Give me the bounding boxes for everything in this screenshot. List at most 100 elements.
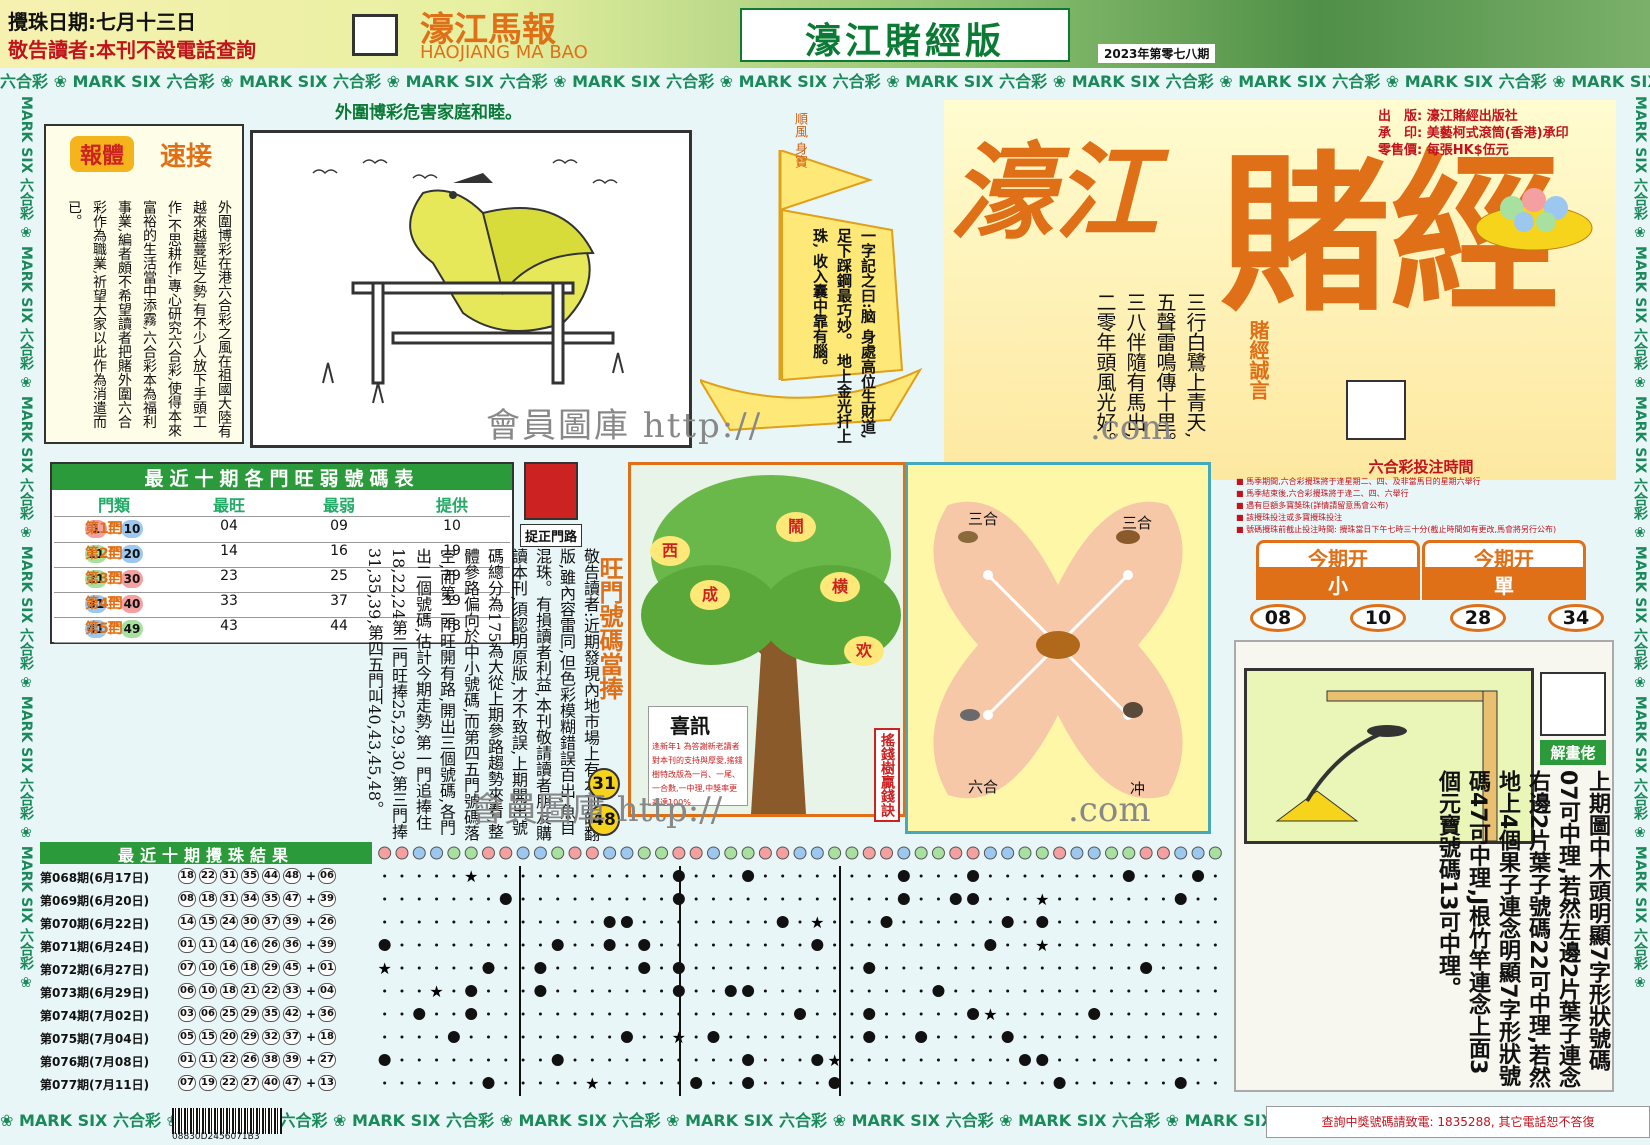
draw-special: 39 <box>318 891 336 907</box>
header-ball <box>810 846 824 860</box>
draw-number: 08 <box>178 891 196 907</box>
grid-dot <box>711 943 715 947</box>
draw-number: 40 <box>262 1075 280 1091</box>
grid-dot <box>1110 1012 1114 1016</box>
draw-number: 36 <box>283 937 301 953</box>
door-name: 第3門 <box>85 571 123 587</box>
grid-dot <box>694 1058 698 1062</box>
header-ball <box>412 846 426 860</box>
grid-dot <box>556 989 560 993</box>
grid-dot <box>590 1012 594 1016</box>
grid-dot <box>400 1058 404 1062</box>
analysis-text <box>120 660 470 850</box>
grid-dot <box>885 989 889 993</box>
grid-dot <box>781 897 785 901</box>
grid-dot <box>1058 1035 1062 1039</box>
grid-dot <box>885 1035 889 1039</box>
header-ball <box>828 846 842 860</box>
special-star: ★ <box>983 1005 997 1024</box>
grid-dot <box>971 966 975 970</box>
drawn-dot <box>897 893 910 905</box>
header-ball <box>1139 846 1153 860</box>
grid-dot <box>850 943 854 947</box>
header-ball <box>724 846 738 860</box>
grid-dot <box>1179 1012 1183 1016</box>
grid-dot <box>625 989 629 993</box>
draw-plus: + <box>306 1007 317 1021</box>
zodiac-x-diagram <box>905 462 1211 834</box>
grid-dot <box>1179 966 1183 970</box>
door-to-ball: 10 <box>121 520 143 538</box>
grid-dot <box>452 920 456 924</box>
grid-dot <box>1127 1035 1131 1039</box>
header-ball <box>1105 846 1119 860</box>
price-line: 零售價: 每張HK$伍元 <box>1378 143 1509 158</box>
barcode <box>172 1108 282 1134</box>
grid-dot <box>590 989 594 993</box>
grid-dot <box>590 897 594 901</box>
grid-dot <box>971 943 975 947</box>
grid-dot <box>625 897 629 901</box>
top-band: 六合彩 ❀ MARK SIX 六合彩 ❀ MARK SIX 六合彩 ❀ MARK… <box>0 68 1650 96</box>
grid-dot <box>486 920 490 924</box>
right-band: MARK SIX 六合彩 ❀ MARK SIX 六合彩 ❀ MARK SIX 六… <box>1614 96 1650 1106</box>
draws-ball-header <box>378 846 1222 860</box>
grid-dot <box>417 920 421 924</box>
drawn-dot <box>742 985 755 997</box>
drawn-dot <box>811 939 824 951</box>
door-cell: 第1門 1 至 10 <box>54 518 174 538</box>
publisher-line: 出 版: 濠江賭經出版社 <box>1378 109 1518 124</box>
grid-dot <box>1196 1081 1200 1085</box>
grid-dot <box>850 1012 854 1016</box>
drawn-dot <box>482 962 495 974</box>
article-tag: 報體 <box>70 136 135 172</box>
col-header: 最弱 <box>322 496 355 515</box>
header-ball <box>551 846 565 860</box>
grid-dot <box>936 1081 940 1085</box>
grid-dot <box>1092 966 1096 970</box>
result-head-2: 今期开 <box>1422 540 1586 571</box>
grid-dot <box>504 920 508 924</box>
draw-number: 21 <box>241 983 259 999</box>
grid-dot <box>694 966 698 970</box>
grid-dot <box>1196 1035 1200 1039</box>
grid-dot <box>1213 989 1217 993</box>
draw-number: 05 <box>178 1029 196 1045</box>
drawn-dot <box>465 1008 478 1020</box>
grid-dot <box>1213 1035 1217 1039</box>
betting-time-item: ■ 馬季結束後,六合彩攪珠將于逢二、四、六舉行 <box>1236 489 1409 498</box>
grid-dot <box>798 966 802 970</box>
grid-dot <box>486 943 490 947</box>
grid-dot <box>556 897 560 901</box>
grid-dot <box>1179 874 1183 878</box>
grid-dot <box>1144 1035 1148 1039</box>
hot-door-title: 旺門號碼當捧 <box>595 556 623 700</box>
grid-dot <box>833 1035 837 1039</box>
header-ball <box>430 846 444 860</box>
grid-dot <box>573 920 577 924</box>
grid-dot <box>1144 943 1148 947</box>
grid-dot <box>1110 1081 1114 1085</box>
grid-dot <box>1006 1012 1010 1016</box>
draw-number: 26 <box>241 1052 259 1068</box>
header-ball <box>620 846 634 860</box>
draw-special: 06 <box>318 868 336 884</box>
x-label-liuhe: 六合 <box>968 778 999 796</box>
grid-dot <box>608 1081 612 1085</box>
grid-dot <box>1144 920 1148 924</box>
grid-dot <box>902 920 906 924</box>
result-box: 今期开 今期开 小 單 <box>1256 540 1586 600</box>
special-star: ★ <box>1035 936 1049 955</box>
draw-number: 47 <box>283 891 301 907</box>
grid-dot <box>625 1081 629 1085</box>
grid-dot <box>521 920 525 924</box>
grid-dot <box>936 966 940 970</box>
grid-dot <box>1144 1081 1148 1085</box>
grid-dot <box>452 989 456 993</box>
grid-dot <box>798 920 802 924</box>
grid-dot <box>954 1081 958 1085</box>
betting-time-title: 六合彩投注時間 <box>1368 458 1474 476</box>
grid-dot <box>988 1058 992 1062</box>
grid-dot <box>971 1035 975 1039</box>
goal-label: 捉正門路 <box>520 524 583 547</box>
